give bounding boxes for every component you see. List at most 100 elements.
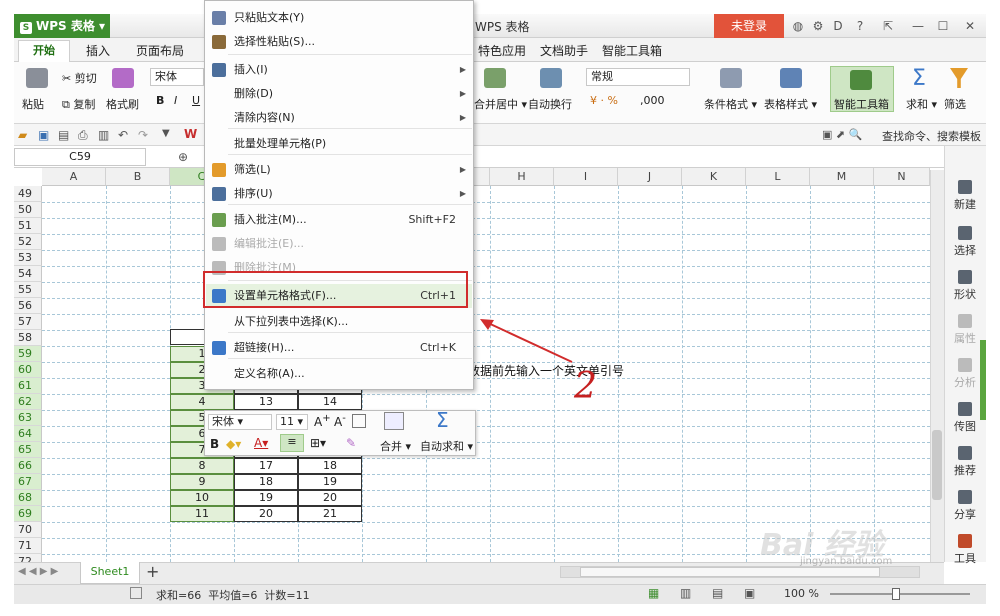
mini-autosum-button[interactable]: 自动求和 ▾ bbox=[420, 438, 473, 454]
maximize-icon[interactable]: ☐ bbox=[935, 18, 951, 34]
panel-item-6[interactable]: 推荐 bbox=[946, 446, 984, 478]
panel-toggle[interactable] bbox=[980, 340, 986, 420]
row-header[interactable]: 59 bbox=[14, 346, 42, 362]
minimize-icon[interactable]: — bbox=[910, 18, 926, 34]
menu-item-8[interactable]: 插入批注(M)... Shift+F2 bbox=[206, 208, 472, 232]
column-header-m[interactable]: M bbox=[810, 168, 874, 186]
column-header-j[interactable]: J bbox=[618, 168, 682, 186]
column-header-k[interactable]: K bbox=[682, 168, 746, 186]
tab-insert[interactable]: 插入 bbox=[86, 42, 110, 59]
table-cell[interactable]: 20 bbox=[298, 490, 362, 506]
row-header[interactable]: 67 bbox=[14, 474, 42, 490]
row-header[interactable]: 63 bbox=[14, 410, 42, 426]
conditional-format-button[interactable]: 条件格式 ▾ bbox=[704, 96, 757, 112]
paste-icon[interactable] bbox=[26, 68, 48, 88]
grow-font-icon[interactable]: A+ bbox=[314, 413, 331, 429]
row-header[interactable]: 60 bbox=[14, 362, 42, 378]
bold-button[interactable]: B bbox=[156, 94, 164, 107]
horizontal-scroll-thumb[interactable] bbox=[580, 567, 880, 577]
panel-item-4[interactable]: 分析 bbox=[946, 358, 984, 390]
underline-button[interactable]: U bbox=[192, 94, 200, 107]
row-header[interactable]: 49 bbox=[14, 186, 42, 202]
menu-item-7[interactable]: 排序(U) ▶ bbox=[206, 182, 472, 206]
reading-view-icon[interactable]: ▣ bbox=[744, 586, 755, 600]
sum-button[interactable]: 求和 ▾ bbox=[906, 96, 937, 112]
smart-toolbox-icon[interactable] bbox=[850, 70, 872, 90]
number-format-select[interactable]: 常规 bbox=[586, 68, 690, 86]
row-header[interactable]: 64 bbox=[14, 426, 42, 442]
mini-font-select[interactable]: 宋体 ▾ bbox=[208, 414, 272, 430]
sheet-nav-arrows[interactable]: ◀ ◀ ▶ ▶ bbox=[18, 566, 58, 577]
fill-color-icon[interactable]: ◆▾ bbox=[226, 437, 241, 451]
mini-format-icon[interactable] bbox=[352, 414, 366, 428]
menu-item-14[interactable]: 定义名称(A)... bbox=[206, 362, 472, 386]
row-header[interactable]: 58 bbox=[14, 330, 42, 346]
tab-home[interactable]: 开始 bbox=[18, 40, 70, 62]
table-cell[interactable]: 13 bbox=[234, 394, 298, 410]
panel-item-0[interactable]: 新建 bbox=[946, 180, 984, 212]
zoom-search-icon[interactable]: ⊕ bbox=[178, 150, 188, 164]
row-header[interactable]: 68 bbox=[14, 490, 42, 506]
wrap-text-button[interactable]: 自动换行 bbox=[528, 96, 572, 112]
table-cell[interactable]: 20 bbox=[234, 506, 298, 522]
login-button[interactable]: 未登录 bbox=[714, 14, 784, 38]
font-color-icon[interactable]: A▾ bbox=[254, 436, 268, 450]
row-header[interactable]: 57 bbox=[14, 314, 42, 330]
merge-center-button[interactable]: 合并居中 ▾ bbox=[474, 96, 527, 112]
help-icon[interactable]: ? bbox=[852, 18, 868, 34]
table-style-button[interactable]: 表格样式 ▾ bbox=[764, 96, 817, 112]
mini-size-select[interactable]: 11 ▾ bbox=[276, 414, 308, 430]
vertical-scroll-thumb[interactable] bbox=[932, 430, 942, 500]
panel-item-2[interactable]: 形状 bbox=[946, 270, 984, 302]
wrap-text-icon[interactable] bbox=[540, 68, 562, 88]
filter-button[interactable]: 筛选 bbox=[944, 96, 966, 112]
table-cell[interactable]: 19 bbox=[298, 474, 362, 490]
table-cell[interactable]: 18 bbox=[298, 458, 362, 474]
merge-center-icon[interactable] bbox=[484, 68, 506, 88]
panel-item-3[interactable]: 属性 bbox=[946, 314, 984, 346]
table-cell[interactable]: 19 bbox=[234, 490, 298, 506]
table-cell[interactable]: 9 bbox=[170, 474, 234, 490]
table-cell[interactable]: 14 bbox=[298, 394, 362, 410]
menu-item-4[interactable]: 清除内容(N) ▶ bbox=[206, 106, 472, 130]
zoom-level[interactable]: 100 % bbox=[784, 587, 819, 600]
vertical-scrollbar[interactable] bbox=[930, 170, 944, 562]
copy-button[interactable]: ⧉ 复制 bbox=[62, 96, 95, 112]
command-search[interactable]: 查找命令、搜索模板 bbox=[882, 128, 981, 144]
print-icon[interactable]: ⎙ bbox=[78, 128, 88, 143]
column-header-b[interactable]: B bbox=[106, 168, 170, 186]
table-cell[interactable]: 21 bbox=[298, 506, 362, 522]
column-header-n[interactable]: N bbox=[874, 168, 930, 186]
mini-merge-icon[interactable] bbox=[384, 412, 404, 430]
row-header[interactable]: 54 bbox=[14, 266, 42, 282]
column-header-h[interactable]: H bbox=[490, 168, 554, 186]
border-icon[interactable]: ⊞▾ bbox=[310, 436, 326, 450]
mini-sum-icon[interactable]: Σ bbox=[436, 408, 449, 432]
format-painter-button[interactable]: 格式刷 bbox=[106, 96, 139, 112]
add-sheet-button[interactable]: + bbox=[146, 562, 159, 581]
table-cell[interactable]: 4 bbox=[170, 394, 234, 410]
row-header[interactable]: 53 bbox=[14, 250, 42, 266]
mini-merge-button[interactable]: 合并 ▾ bbox=[380, 438, 411, 454]
row-header[interactable]: 70 bbox=[14, 522, 42, 538]
page-break-view-icon[interactable]: ▥ bbox=[680, 586, 691, 600]
sheet-tab[interactable]: Sheet1 bbox=[80, 562, 140, 584]
menu-item-12[interactable]: 从下拉列表中选择(K)... bbox=[206, 310, 472, 334]
menu-item-13[interactable]: 超链接(H)... Ctrl+K bbox=[206, 336, 472, 360]
table-cell[interactable]: 10 bbox=[170, 490, 234, 506]
table-cell[interactable]: 8 bbox=[170, 458, 234, 474]
help-cmd-icon[interactable]: ▣ ⬈ 🔍 bbox=[822, 128, 862, 141]
table-style-icon[interactable] bbox=[780, 68, 802, 88]
smart-toolbox-button[interactable]: 智能工具箱 bbox=[834, 96, 889, 112]
tab-doc-assistant[interactable]: 文档助手 bbox=[540, 42, 588, 59]
table-cell[interactable]: 11 bbox=[170, 506, 234, 522]
italic-button[interactable]: I bbox=[174, 94, 177, 107]
font-name-select[interactable]: 宋体 bbox=[150, 68, 204, 86]
open-folder-icon[interactable]: ▰ bbox=[18, 128, 27, 142]
row-header[interactable]: 66 bbox=[14, 458, 42, 474]
customize-dropdown-icon[interactable]: ▼ bbox=[162, 128, 170, 139]
menu-item-6[interactable]: 筛选(L) ▶ bbox=[206, 158, 472, 182]
close-icon[interactable]: ✕ bbox=[962, 18, 978, 34]
mini-format-painter-icon[interactable]: ✎ bbox=[346, 436, 356, 450]
align-center-icon[interactable]: ≡ bbox=[280, 434, 304, 452]
